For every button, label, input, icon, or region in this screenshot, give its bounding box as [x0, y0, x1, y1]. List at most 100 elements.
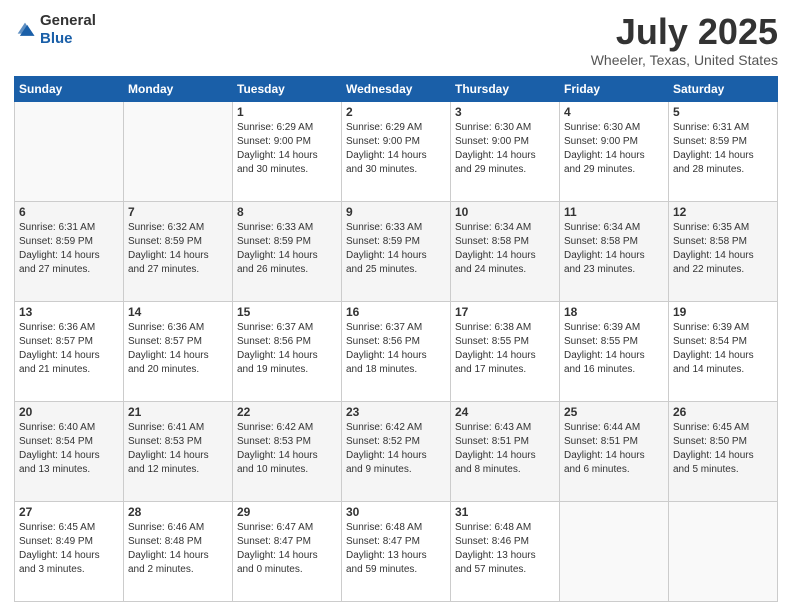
calendar-cell: 1Sunrise: 6:29 AM Sunset: 9:00 PM Daylig… — [233, 101, 342, 201]
day-number: 12 — [673, 205, 773, 219]
day-number: 30 — [346, 505, 446, 519]
day-number: 8 — [237, 205, 337, 219]
day-number: 19 — [673, 305, 773, 319]
day-number: 18 — [564, 305, 664, 319]
day-info: Sunrise: 6:33 AM Sunset: 8:59 PM Dayligh… — [346, 221, 446, 277]
day-info: Sunrise: 6:30 AM Sunset: 9:00 PM Dayligh… — [564, 121, 664, 177]
day-info: Sunrise: 6:38 AM Sunset: 8:55 PM Dayligh… — [455, 321, 555, 377]
calendar-cell: 7 Sunrise: 6:32 AM Sunset: 8:59 PM Daylig… — [124, 201, 233, 301]
day-info: Sunrise: 6:42 AM Sunset: 8:52 PM Dayligh… — [346, 421, 446, 477]
day-info: Sunrise: 6:35 AM Sunset: 8:58 PM Dayligh… — [673, 221, 773, 277]
day-number: 13 — [19, 305, 119, 319]
weekday-header: Wednesday — [342, 76, 451, 101]
day-info: Sunrise: 6:48 AM Sunset: 8:46 PM Dayligh… — [455, 521, 555, 577]
day-number: 22 — [237, 405, 337, 419]
day-number: 23 — [346, 405, 446, 419]
calendar-week-row: 6Sunrise: 6:31 AM Sunset: 8:59 PM Daylig… — [15, 201, 778, 301]
calendar-cell: 17 Sunrise: 6:38 AM Sunset: 8:55 PM Dayli… — [451, 301, 560, 401]
day-info: Sunrise: 6:48 AM Sunset: 8:47 PM Dayligh… — [346, 521, 446, 577]
calendar-cell: 11 Sunrise: 6:34 AM Sunset: 8:58 PM Dayli… — [560, 201, 669, 301]
day-number: 17 — [455, 305, 555, 319]
calendar-cell: 14 Sunrise: 6:36 AM Sunset: 8:57 PM Dayli… — [124, 301, 233, 401]
calendar-cell: 10Sunrise: 6:34 AM Sunset: 8:58 PM Dayli… — [451, 201, 560, 301]
calendar-cell — [124, 101, 233, 201]
day-info: Sunrise: 6:43 AM Sunset: 8:51 PM Dayligh… — [455, 421, 555, 477]
logo-icon — [14, 19, 36, 41]
day-number: 20 — [19, 405, 119, 419]
calendar-cell: 28 Sunrise: 6:46 AM Sunset: 8:48 PM Dayli… — [124, 501, 233, 601]
calendar-cell: 23 Sunrise: 6:42 AM Sunset: 8:52 PM Dayli… — [342, 401, 451, 501]
day-number: 3 — [455, 105, 555, 119]
day-info: Sunrise: 6:34 AM Sunset: 8:58 PM Dayligh… — [564, 221, 664, 277]
weekday-header: Monday — [124, 76, 233, 101]
day-info: Sunrise: 6:45 AM Sunset: 8:49 PM Dayligh… — [19, 521, 119, 577]
calendar-cell: 9 Sunrise: 6:33 AM Sunset: 8:59 PM Daylig… — [342, 201, 451, 301]
month-title: July 2025 — [591, 12, 778, 52]
day-info: Sunrise: 6:40 AM Sunset: 8:54 PM Dayligh… — [19, 421, 119, 477]
day-info: Sunrise: 6:29 AM Sunset: 9:00 PM Dayligh… — [346, 121, 446, 177]
calendar-week-row: 27 Sunrise: 6:45 AM Sunset: 8:49 PM Dayli… — [15, 501, 778, 601]
title-block: July 2025 Wheeler, Texas, United States — [591, 12, 778, 68]
calendar-cell — [669, 501, 778, 601]
calendar-cell: 20 Sunrise: 6:40 AM Sunset: 8:54 PM Dayli… — [15, 401, 124, 501]
calendar-cell: 29Sunrise: 6:47 AM Sunset: 8:47 PM Dayli… — [233, 501, 342, 601]
calendar-cell: 19 Sunrise: 6:39 AM Sunset: 8:54 PM Dayli… — [669, 301, 778, 401]
calendar-week-row: 1Sunrise: 6:29 AM Sunset: 9:00 PM Daylig… — [15, 101, 778, 201]
day-info: Sunrise: 6:37 AM Sunset: 8:56 PM Dayligh… — [237, 321, 337, 377]
calendar-body: 1Sunrise: 6:29 AM Sunset: 9:00 PM Daylig… — [15, 101, 778, 601]
logo: General Blue — [14, 12, 96, 48]
day-info: Sunrise: 6:31 AM Sunset: 8:59 PM Dayligh… — [19, 221, 119, 277]
day-number: 28 — [128, 505, 228, 519]
weekday-header-row: SundayMondayTuesdayWednesdayThursdayFrid… — [15, 76, 778, 101]
day-info: Sunrise: 6:39 AM Sunset: 8:54 PM Dayligh… — [673, 321, 773, 377]
day-number: 14 — [128, 305, 228, 319]
day-number: 16 — [346, 305, 446, 319]
calendar-cell: 5Sunrise: 6:31 AM Sunset: 8:59 PM Daylig… — [669, 101, 778, 201]
calendar-table: SundayMondayTuesdayWednesdayThursdayFrid… — [14, 76, 778, 602]
calendar-cell: 22 Sunrise: 6:42 AM Sunset: 8:53 PM Dayli… — [233, 401, 342, 501]
calendar-cell: 3Sunrise: 6:30 AM Sunset: 9:00 PM Daylig… — [451, 101, 560, 201]
day-number: 2 — [346, 105, 446, 119]
calendar-cell: 16 Sunrise: 6:37 AM Sunset: 8:56 PM Dayli… — [342, 301, 451, 401]
calendar-week-row: 13 Sunrise: 6:36 AM Sunset: 8:57 PM Dayli… — [15, 301, 778, 401]
weekday-header: Tuesday — [233, 76, 342, 101]
day-info: Sunrise: 6:47 AM Sunset: 8:47 PM Dayligh… — [237, 521, 337, 577]
day-info: Sunrise: 6:39 AM Sunset: 8:55 PM Dayligh… — [564, 321, 664, 377]
calendar-cell — [560, 501, 669, 601]
day-info: Sunrise: 6:36 AM Sunset: 8:57 PM Dayligh… — [128, 321, 228, 377]
day-number: 21 — [128, 405, 228, 419]
day-info: Sunrise: 6:45 AM Sunset: 8:50 PM Dayligh… — [673, 421, 773, 477]
day-number: 25 — [564, 405, 664, 419]
calendar-cell: 13 Sunrise: 6:36 AM Sunset: 8:57 PM Dayli… — [15, 301, 124, 401]
day-info: Sunrise: 6:29 AM Sunset: 9:00 PM Dayligh… — [237, 121, 337, 177]
weekday-header: Friday — [560, 76, 669, 101]
day-info: Sunrise: 6:46 AM Sunset: 8:48 PM Dayligh… — [128, 521, 228, 577]
day-info: Sunrise: 6:33 AM Sunset: 8:59 PM Dayligh… — [237, 221, 337, 277]
calendar-cell: 2 Sunrise: 6:29 AM Sunset: 9:00 PM Daylig… — [342, 101, 451, 201]
calendar-cell: 4 Sunrise: 6:30 AM Sunset: 9:00 PM Daylig… — [560, 101, 669, 201]
calendar-cell: 8 Sunrise: 6:33 AM Sunset: 8:59 PM Daylig… — [233, 201, 342, 301]
weekday-header: Sunday — [15, 76, 124, 101]
calendar-cell: 30 Sunrise: 6:48 AM Sunset: 8:47 PM Dayli… — [342, 501, 451, 601]
day-number: 4 — [564, 105, 664, 119]
weekday-header: Thursday — [451, 76, 560, 101]
day-info: Sunrise: 6:42 AM Sunset: 8:53 PM Dayligh… — [237, 421, 337, 477]
day-info: Sunrise: 6:37 AM Sunset: 8:56 PM Dayligh… — [346, 321, 446, 377]
day-number: 11 — [564, 205, 664, 219]
day-info: Sunrise: 6:32 AM Sunset: 8:59 PM Dayligh… — [128, 221, 228, 277]
location: Wheeler, Texas, United States — [591, 52, 778, 68]
calendar-cell: 31Sunrise: 6:48 AM Sunset: 8:46 PM Dayli… — [451, 501, 560, 601]
calendar-cell: 26 Sunrise: 6:45 AM Sunset: 8:50 PM Dayli… — [669, 401, 778, 501]
calendar-cell: 21Sunrise: 6:41 AM Sunset: 8:53 PM Dayli… — [124, 401, 233, 501]
day-number: 15 — [237, 305, 337, 319]
day-number: 9 — [346, 205, 446, 219]
day-number: 7 — [128, 205, 228, 219]
day-number: 27 — [19, 505, 119, 519]
calendar-cell — [15, 101, 124, 201]
day-info: Sunrise: 6:36 AM Sunset: 8:57 PM Dayligh… — [19, 321, 119, 377]
calendar-cell: 15 Sunrise: 6:37 AM Sunset: 8:56 PM Dayli… — [233, 301, 342, 401]
day-number: 26 — [673, 405, 773, 419]
calendar-week-row: 20 Sunrise: 6:40 AM Sunset: 8:54 PM Dayli… — [15, 401, 778, 501]
calendar-cell: 24Sunrise: 6:43 AM Sunset: 8:51 PM Dayli… — [451, 401, 560, 501]
day-info: Sunrise: 6:34 AM Sunset: 8:58 PM Dayligh… — [455, 221, 555, 277]
